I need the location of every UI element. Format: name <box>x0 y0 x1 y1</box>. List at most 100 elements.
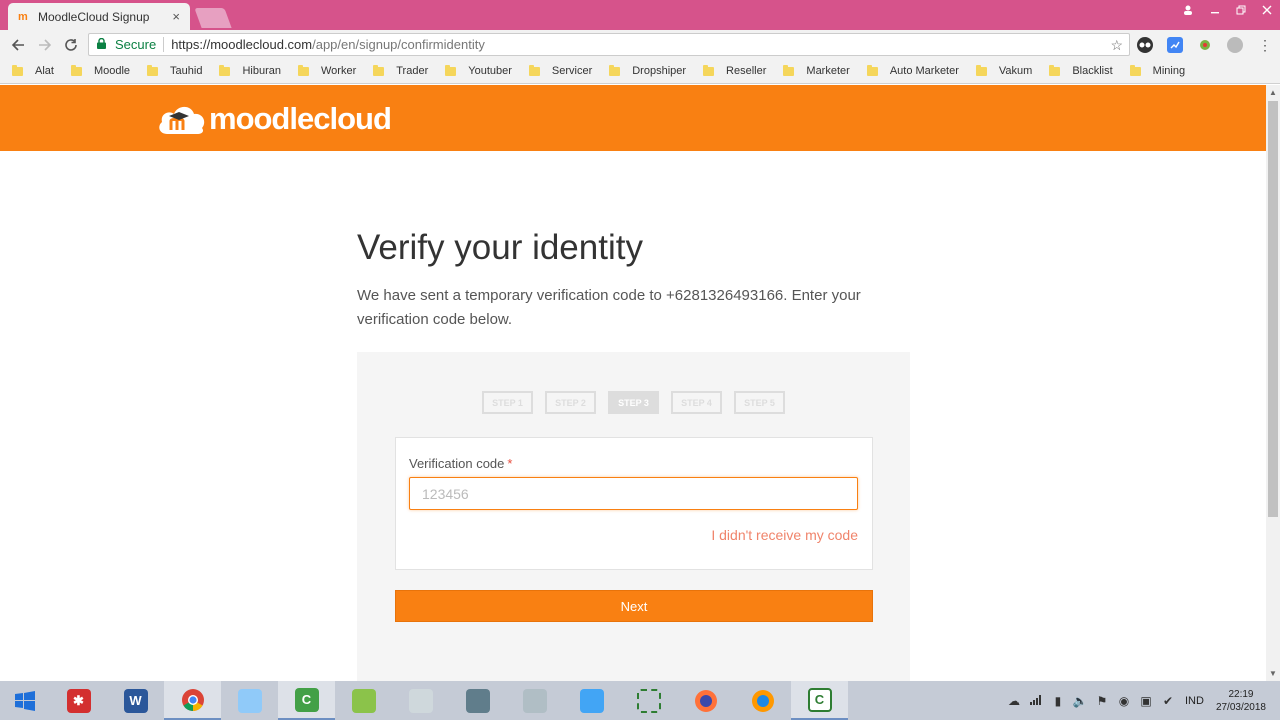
tab-close-icon[interactable]: × <box>172 9 180 24</box>
bookmark-marketer[interactable]: Marketer <box>783 64 850 77</box>
page-scrollbar[interactable]: ▲ ▼ <box>1266 85 1280 681</box>
bookmark-label: Servicer <box>551 65 593 77</box>
onedrive-icon[interactable]: ☁ <box>1003 694 1025 708</box>
folder-icon <box>147 64 159 76</box>
url-divider <box>163 37 165 52</box>
bookmark-hiburan[interactable]: Hiburan <box>219 64 281 77</box>
chrome-icon <box>181 688 204 711</box>
taskbar-settings-icon[interactable] <box>563 681 620 720</box>
cloud-logo-icon <box>157 102 207 136</box>
step-indicator: STEP 1 STEP 2 STEP 3 STEP 4 STEP 5 <box>482 391 797 414</box>
taskbar-explorer-icon[interactable] <box>506 681 563 720</box>
verification-code-label: Verification code * <box>409 456 512 471</box>
chart-extension-icon[interactable] <box>1167 37 1183 53</box>
scroll-down-icon[interactable]: ▼ <box>1269 669 1277 678</box>
taskbar-chrome-icon[interactable] <box>164 681 221 720</box>
close-window-icon[interactable] <box>1254 0 1280 20</box>
url-host: https://moodlecloud.com <box>171 37 313 52</box>
bookmark-tauhid[interactable]: Tauhid <box>147 64 202 77</box>
bookmark-trader[interactable]: Trader <box>373 64 429 77</box>
bookmark-reseller[interactable]: Reseller <box>703 64 767 77</box>
signal-icon[interactable] <box>1025 694 1047 708</box>
step-2: STEP 2 <box>545 391 596 414</box>
menu-kebab-icon[interactable]: ⋮ <box>1257 37 1273 53</box>
settings-icon <box>579 688 604 713</box>
taskbar-firefox-icon[interactable] <box>677 681 734 720</box>
bookmark-label: Marketer <box>806 65 850 77</box>
bookmark-servicer[interactable]: Servicer <box>528 64 593 77</box>
capture-icon <box>636 688 661 713</box>
shield-tray-icon[interactable]: ✔ <box>1157 694 1179 708</box>
reload-icon[interactable] <box>60 34 82 56</box>
bookmark-label: Moodle <box>93 65 131 77</box>
scroll-up-icon[interactable]: ▲ <box>1269 88 1277 97</box>
taskbar-word-icon[interactable]: W <box>107 681 164 720</box>
browser-toolbar: Secure https://moodlecloud.com /app/en/s… <box>0 30 1280 59</box>
folder-icon <box>783 64 795 76</box>
taskbar-camtasia-recorder-icon[interactable]: C <box>791 681 848 720</box>
bookmark-label: Trader <box>396 65 429 77</box>
folder-icon <box>1129 64 1141 76</box>
bookmark-dropshiper[interactable]: Dropshiper <box>609 64 687 77</box>
chrome-tray-icon[interactable]: ◉ <box>1113 694 1135 708</box>
taskbar-calculator-icon[interactable] <box>449 681 506 720</box>
next-button[interactable]: Next <box>395 590 873 622</box>
bookmark-vakum[interactable]: Vakum <box>975 64 1033 77</box>
bookmark-mining[interactable]: Mining <box>1129 64 1186 77</box>
firefox-icon <box>694 689 717 712</box>
taskbar-bluestacks-icon[interactable] <box>335 681 392 720</box>
address-bar[interactable]: Secure https://moodlecloud.com /app/en/s… <box>88 33 1130 56</box>
gray-extension-icon[interactable] <box>1227 37 1243 53</box>
bookmark-label: Youtuber <box>468 65 512 77</box>
taskbar-app-red-icon[interactable]: ✱ <box>50 681 107 720</box>
browser-titlebar: m MoodleCloud Signup × <box>0 0 1280 30</box>
profile-icon[interactable] <box>1174 0 1202 20</box>
scroll-thumb[interactable] <box>1268 101 1278 517</box>
step-5: STEP 5 <box>734 391 785 414</box>
new-tab-button[interactable] <box>194 8 232 28</box>
back-icon[interactable] <box>7 34 29 56</box>
taskbar-firefox-dev-icon[interactable] <box>734 681 791 720</box>
bookmark-moodle[interactable]: Moodle <box>70 64 131 77</box>
language-indicator[interactable]: IND <box>1185 695 1204 707</box>
display-tray-icon[interactable]: ▣ <box>1135 694 1157 708</box>
bookmark-label: Mining <box>1152 65 1186 77</box>
bookmark-youtuber[interactable]: Youtuber <box>445 64 512 77</box>
taskbar-camtasia-icon[interactable]: C <box>278 681 335 720</box>
step-3-active: STEP 3 <box>608 391 659 414</box>
minimize-icon[interactable] <box>1202 0 1228 20</box>
volume-icon[interactable]: 🔈 <box>1069 694 1091 708</box>
start-button[interactable] <box>0 681 50 720</box>
moodlecloud-logo[interactable]: moodlecloud <box>157 99 392 139</box>
resend-code-link[interactable]: I didn't receive my code <box>711 527 858 543</box>
taskbar-notepad-icon[interactable] <box>221 681 278 720</box>
restore-icon[interactable] <box>1228 0 1254 20</box>
incognito-extension-icon[interactable] <box>1137 37 1153 53</box>
flag-icon[interactable]: ⚑ <box>1091 694 1113 708</box>
bookmark-auto-marketer[interactable]: Auto Marketer <box>866 64 959 77</box>
forward-icon[interactable] <box>34 34 56 56</box>
logo-text: moodlecloud <box>209 101 392 136</box>
verification-card: Verification code* I didn't receive my c… <box>395 437 873 570</box>
bookmark-label: Vakum <box>998 65 1033 77</box>
url-path: /app/en/signup/confirmidentity <box>312 37 485 52</box>
verification-code-input[interactable] <box>409 477 858 510</box>
battery-icon[interactable]: ▮ <box>1047 694 1069 708</box>
bookmark-label: Reseller <box>726 65 767 77</box>
bookmark-blacklist[interactable]: Blacklist <box>1049 64 1113 77</box>
taskbar-capture-icon[interactable] <box>620 681 677 720</box>
browser-tab[interactable]: m MoodleCloud Signup × <box>8 3 190 30</box>
taskbar-paint-icon[interactable] <box>392 681 449 720</box>
bookmark-alat[interactable]: Alat <box>12 64 54 77</box>
bookmarks-bar: Alat Moodle Tauhid Hiburan Worker Trader… <box>0 59 1280 84</box>
bookmark-label: Dropshiper <box>632 65 687 77</box>
bookmark-star-icon[interactable]: ☆ <box>1110 37 1123 54</box>
system-clock[interactable]: 22:19 27/03/2018 <box>1216 688 1266 714</box>
bookmark-worker[interactable]: Worker <box>298 64 356 77</box>
folder-icon <box>866 64 878 76</box>
folder-icon <box>609 64 621 76</box>
firefox-dev-icon <box>751 689 774 712</box>
puzzle-extension-icon[interactable] <box>1197 37 1213 53</box>
windows-taskbar: ✱ W C C ☁ ▮ 🔈 ⚑ ◉ ▣ ✔ IND 22:19 27/03/20… <box>0 681 1280 720</box>
folder-icon <box>373 64 385 76</box>
